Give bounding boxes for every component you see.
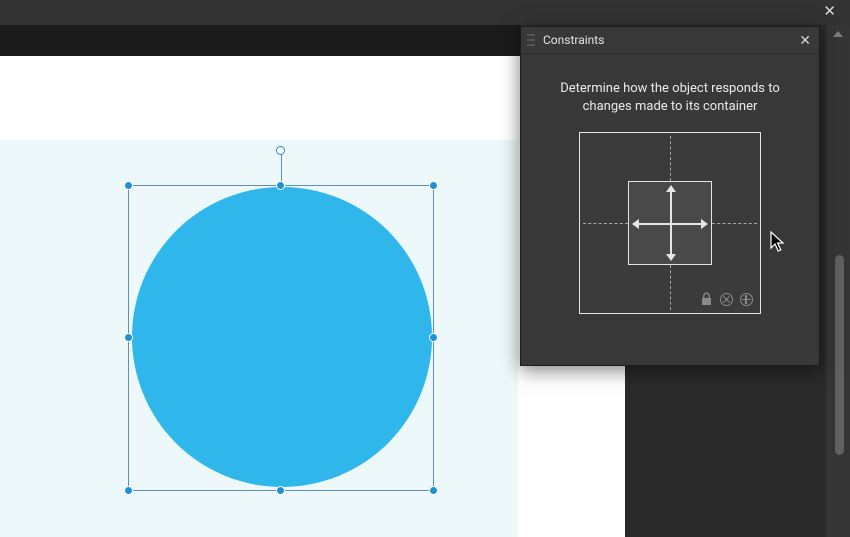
flex-height-arrow-down-icon [666,254,676,261]
resize-handle-top[interactable] [276,181,285,190]
resize-handle-top-right[interactable] [429,181,438,190]
panel-title: Constraints [543,33,799,47]
panel-grip-icon[interactable] [527,34,535,46]
app-close-icon[interactable]: ✕ [823,4,836,19]
flex-width-arrow-right-icon [701,219,708,229]
resize-handle-top-left[interactable] [124,181,133,190]
constraints-panel: Constraints ✕ Determine how the object r… [520,26,820,366]
flex-height-arrow-up-icon [666,185,676,192]
document-tabs-bar [0,25,520,56]
app-titlebar: ✕ [0,0,850,25]
pin-bottom-toggle[interactable] [670,265,671,310]
right-gutter [826,25,850,537]
resize-handle-bottom-left[interactable] [124,486,133,495]
resize-handle-bottom-right[interactable] [429,486,438,495]
resize-handle-bottom[interactable] [276,486,285,495]
pin-top-toggle[interactable] [670,136,671,181]
lock-aspect-icon[interactable] [698,291,714,307]
rotate-handle[interactable] [276,146,285,155]
panel-header[interactable]: Constraints ✕ [521,27,819,54]
panel-description: Determine how the object responds to cha… [521,54,819,132]
panel-description-line2: changes made to its container [583,99,758,114]
resize-handle-left[interactable] [124,333,133,342]
rotate-stem [281,151,282,183]
selection-bounding-box[interactable] [128,185,434,491]
scroll-up-icon[interactable] [833,31,843,37]
flex-height-toggle[interactable] [670,188,672,258]
scrollbar-thumb[interactable] [835,255,844,455]
preset-scale-icon[interactable] [718,291,734,307]
flex-width-arrow-left-icon [632,219,639,229]
preset-stretch-icon[interactable] [738,291,754,307]
panel-close-icon[interactable]: ✕ [799,32,811,49]
constraints-inner-box [628,181,712,265]
constraints-diagram [579,132,761,314]
pin-left-toggle[interactable] [583,223,628,224]
resize-handle-right[interactable] [429,333,438,342]
pin-right-toggle[interactable] [712,223,757,224]
constraint-preset-row [698,291,754,307]
panel-description-line1: Determine how the object responds to [560,81,780,96]
